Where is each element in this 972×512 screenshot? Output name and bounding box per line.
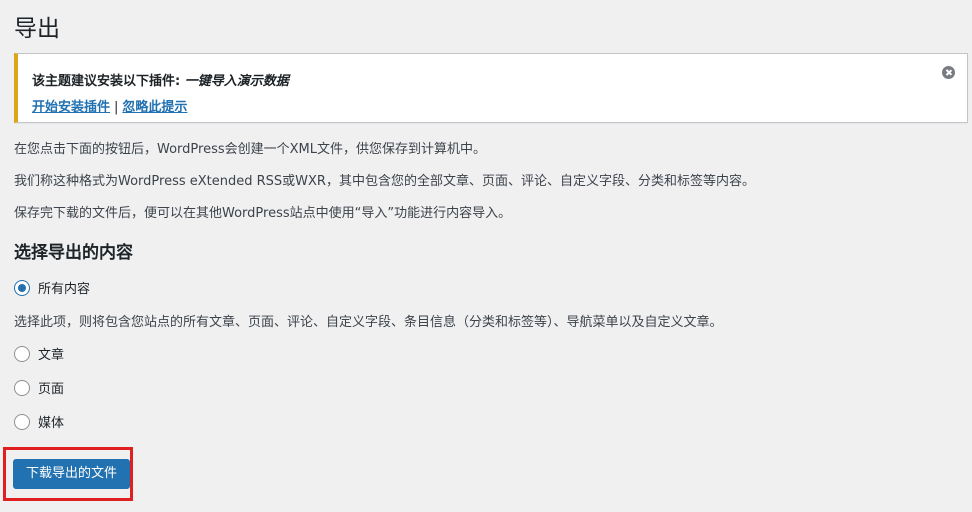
notice-separator: |	[114, 100, 119, 115]
all-content-description: 选择此项，则将包含您站点的所有文章、页面、评论、自定义字段、条目信息（分类和标签…	[14, 315, 723, 330]
option-posts[interactable]: 文章	[14, 344, 64, 363]
notice-message-prefix: 该主题建议安装以下插件:	[32, 74, 185, 89]
option-all-label: 所有内容	[38, 282, 91, 297]
option-all-content[interactable]: 所有内容	[14, 278, 90, 297]
option-media[interactable]: 媒体	[14, 412, 64, 431]
notice-message: 该主题建议安装以下插件: 一键导入演示数据	[32, 70, 289, 89]
intro-paragraph-1: 在您点击下面的按钮后，WordPress会创建一个XML文件，供您保存到计算机中…	[14, 142, 486, 157]
intro-paragraph-3: 保存完下载的文件后，便可以在其他WordPress站点中使用“导入”功能进行内容…	[14, 206, 512, 221]
plugin-notice: 该主题建议安装以下插件: 一键导入演示数据 开始安装插件 | 忽略此提示	[14, 53, 968, 123]
option-pages-label: 页面	[38, 382, 65, 397]
dismiss-notice-link[interactable]: 忽略此提示	[122, 100, 187, 115]
option-media-label: 媒体	[38, 416, 65, 431]
install-plugins-link[interactable]: 开始安装插件	[32, 100, 110, 115]
intro-paragraph-2: 我们称这种格式为WordPress eXtended RSS或WXR，其中包含您…	[14, 174, 755, 189]
notice-links: 开始安装插件 | 忽略此提示	[32, 96, 187, 115]
option-posts-label: 文章	[38, 348, 65, 363]
close-icon[interactable]	[942, 66, 955, 79]
radio-media[interactable]	[14, 413, 30, 430]
option-pages[interactable]: 页面	[14, 378, 64, 397]
notice-plugin-name: 一键导入演示数据	[184, 74, 289, 89]
download-export-button[interactable]: 下载导出的文件	[13, 459, 131, 489]
radio-all-content[interactable]	[14, 279, 30, 296]
radio-posts[interactable]	[14, 345, 30, 362]
page-title: 导出	[14, 16, 60, 42]
radio-pages[interactable]	[14, 379, 30, 396]
section-heading: 选择导出的内容	[14, 243, 133, 263]
